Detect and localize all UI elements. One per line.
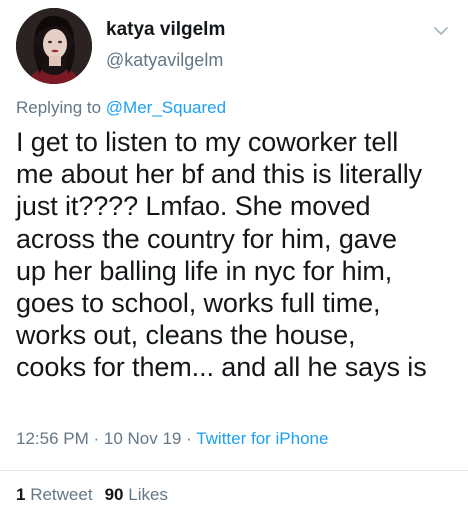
tweet-time[interactable]: 12:56 PM xyxy=(16,429,89,448)
likes-count: 90 xyxy=(104,485,124,504)
tweet-date[interactable]: 10 Nov 19 xyxy=(104,429,182,448)
tweet-meta: 12:56 PM · 10 Nov 19 · Twitter for iPhon… xyxy=(16,428,328,450)
divider xyxy=(0,470,468,471)
likes-stat[interactable]: 90 Likes xyxy=(105,485,168,504)
reply-context: Replying to @Mer_Squared xyxy=(16,97,226,119)
tweet-text-line: I get to listen to my coworker tell xyxy=(16,127,399,157)
tweet-header: katya vilgelm @katyavilgelm xyxy=(16,8,456,88)
tweet-source-link[interactable]: Twitter for iPhone xyxy=(196,429,328,448)
tweet-card: katya vilgelm @katyavilgelm Replying to … xyxy=(0,0,468,520)
tweet-text-line: up her balling life in nyc for him, xyxy=(16,255,393,286)
tweet-text-line: across the country for him, gave xyxy=(16,223,397,254)
author-display-name[interactable]: katya vilgelm xyxy=(106,18,225,42)
reply-mention-link[interactable]: @Mer_Squared xyxy=(106,98,226,117)
reply-prefix: Replying to xyxy=(16,98,102,117)
likes-label: Likes xyxy=(128,485,168,504)
meta-separator: · xyxy=(181,429,197,448)
retweets-count: 1 xyxy=(16,485,26,504)
retweets-label: Retweet xyxy=(30,485,93,504)
author-handle[interactable]: @katyavilgelm xyxy=(106,48,225,72)
tweet-text-line: just it???? Lmfao. She moved xyxy=(16,191,371,222)
tweet-text-line: cooks for them... and all he says is xyxy=(16,352,427,383)
avatar[interactable] xyxy=(16,8,92,84)
tweet-text-line: works out, cleans the house, xyxy=(16,320,356,351)
author-names: katya vilgelm @katyavilgelm xyxy=(106,18,225,72)
tweet-text-line: me about her bf and this is literally xyxy=(16,159,423,190)
avatar-image xyxy=(16,8,92,84)
retweets-stat[interactable]: 1 Retweet xyxy=(16,485,93,504)
tweet-text: I get to listen to my coworker tell me a… xyxy=(16,126,462,384)
meta-separator: · xyxy=(88,429,104,448)
chevron-down-icon[interactable] xyxy=(432,22,450,40)
tweet-stats: 1 Retweet 90 Likes xyxy=(16,484,168,506)
tweet-text-line: goes to school, works full time, xyxy=(16,288,381,319)
